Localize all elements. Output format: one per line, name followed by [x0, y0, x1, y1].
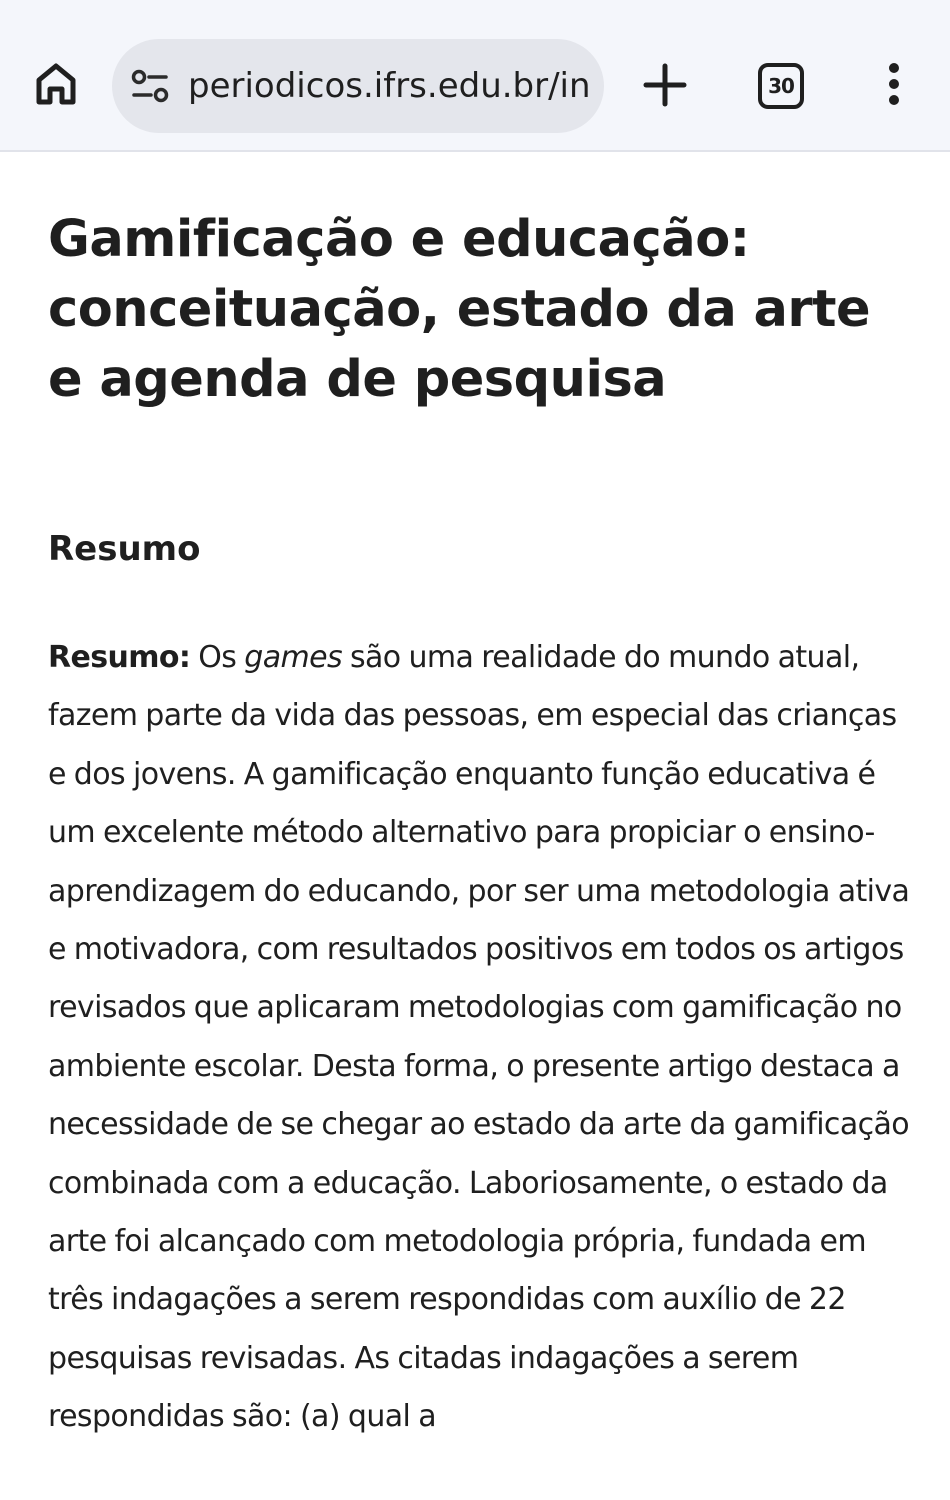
abstract-label: Resumo:	[48, 640, 191, 675]
tab-count: 30	[768, 74, 795, 98]
abstract-paragraph: Resumo: Os games são uma realidade do mu…	[48, 629, 910, 1447]
more-menu-button[interactable]	[874, 60, 914, 112]
address-bar[interactable]: periodicos.ifrs.edu.br/in	[112, 39, 604, 133]
article-content: Gamificação e educação: conceituação, es…	[48, 205, 910, 1447]
home-icon	[35, 62, 77, 110]
tab-switcher-button[interactable]: 30	[758, 63, 804, 109]
abstract-text-start: Os	[190, 640, 245, 675]
article-title: Gamificação e educação: conceituação, es…	[48, 210, 871, 409]
tune-icon[interactable]	[130, 68, 170, 104]
more-vertical-icon	[887, 62, 901, 110]
browser-toolbar: periodicos.ifrs.edu.br/in 30	[0, 0, 950, 152]
plus-icon	[640, 63, 690, 114]
new-tab-button[interactable]	[640, 60, 690, 110]
url-text[interactable]: periodicos.ifrs.edu.br/in	[188, 63, 588, 109]
abstract-emphasis: games	[244, 640, 343, 675]
abstract-text: são uma realidade do mundo atual, fazem …	[48, 640, 910, 1435]
home-button[interactable]	[30, 60, 82, 112]
section-heading: Resumo	[48, 529, 201, 569]
